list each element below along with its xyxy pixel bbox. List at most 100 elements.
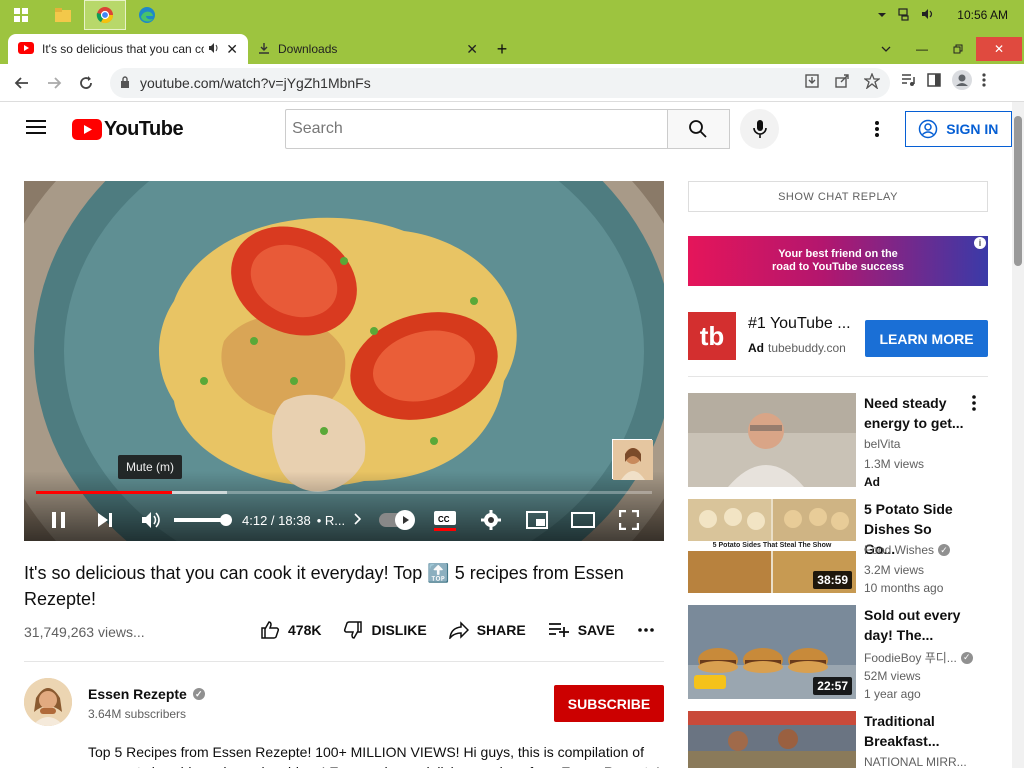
channel-watermark[interactable] <box>612 439 653 480</box>
theater-mode-button[interactable] <box>560 502 606 538</box>
chrome-menu-icon[interactable] <box>982 72 986 93</box>
video-title: Need steady energy to get... <box>864 395 964 431</box>
sponsored-ad[interactable]: tb #1 YouTube ... Ad tubebuddy.con LEARN … <box>688 312 988 362</box>
media-controls-icon[interactable] <box>900 72 916 93</box>
ad-info-icon[interactable]: i <box>974 237 986 249</box>
video-duration: 38:59 <box>813 571 852 589</box>
video-frame-image <box>24 181 664 541</box>
learn-more-button[interactable]: LEARN MORE <box>865 320 988 357</box>
channel-name: belVita <box>864 437 901 451</box>
sign-in-button[interactable]: SIGN IN <box>904 111 1012 147</box>
clock[interactable]: 10:56 AM <box>957 8 1008 22</box>
captions-button[interactable]: CC <box>422 502 468 538</box>
save-button[interactable]: SAVE <box>548 622 615 638</box>
tab-downloads[interactable]: Downloads ✕ <box>248 34 488 64</box>
minimize-icon[interactable]: — <box>904 37 940 61</box>
miniplayer-button[interactable] <box>514 502 560 538</box>
share-page-icon[interactable] <box>834 73 850 92</box>
video-thumbnail[interactable]: 5 Potato Sides That Steal The Show 38:59 <box>688 499 856 593</box>
side-panel-icon[interactable] <box>926 72 942 93</box>
autoplay-toggle[interactable] <box>379 510 416 530</box>
video-thumbnail[interactable]: 22:57 <box>688 605 856 699</box>
tab-close-icon[interactable]: ✕ <box>466 41 478 58</box>
youtube-logo-icon <box>72 118 102 140</box>
bookmark-star-icon[interactable] <box>863 72 881 92</box>
account-circle-icon <box>919 119 938 139</box>
tab-close-icon[interactable]: ✕ <box>226 41 238 58</box>
page-scrollbar[interactable] <box>1012 102 1024 768</box>
restore-icon[interactable] <box>940 37 976 61</box>
lock-icon[interactable] <box>120 75 130 91</box>
scrollbar-thumb[interactable] <box>1014 116 1022 266</box>
tab-search-chevron-icon[interactable] <box>868 37 904 61</box>
like-button[interactable]: 478K <box>260 620 321 640</box>
progress-bar[interactable] <box>36 491 652 494</box>
verified-check-icon: ✓ <box>192 688 205 700</box>
windows-start-icon[interactable] <box>0 0 42 30</box>
speaker-icon[interactable] <box>921 7 935 24</box>
video-description[interactable]: Top 5 Recipes from Essen Rezepte! 100+ M… <box>88 742 664 768</box>
view-count[interactable]: 31,749,263 views... <box>24 624 145 640</box>
more-options-icon[interactable] <box>972 395 976 416</box>
volume-slider[interactable] <box>174 514 232 526</box>
recommended-video[interactable]: 22:57 Sold out every day! The... FoodieB… <box>688 605 998 701</box>
played-bar <box>36 491 172 494</box>
view-count: 3.2M views <box>864 563 925 577</box>
youtube-logo[interactable]: YouTube <box>72 118 184 141</box>
search-input[interactable]: Search <box>285 109 668 149</box>
profile-avatar-icon[interactable] <box>952 70 972 95</box>
file-explorer-icon[interactable] <box>42 0 84 30</box>
share-button[interactable]: SHARE <box>448 621 526 639</box>
settings-kebab-icon[interactable] <box>867 120 887 138</box>
settings-button[interactable] <box>468 502 514 538</box>
video-title: Sold out every day! The... <box>864 607 961 643</box>
fullscreen-button[interactable] <box>606 502 652 538</box>
chapter-chevron-icon[interactable] <box>353 512 362 528</box>
channel-name: NATIONAL MIRR... <box>864 755 967 768</box>
forward-arrow-icon[interactable] <box>38 67 70 99</box>
tab-youtube-video[interactable]: It's so delicious that you can cook it e… <box>8 34 248 64</box>
back-arrow-icon[interactable] <box>6 67 38 99</box>
tab-audio-icon[interactable] <box>208 42 220 57</box>
subscriber-count: 3.64M subscribers <box>88 707 187 721</box>
duration: 18:38 <box>278 512 311 528</box>
chapter-title[interactable]: • R... <box>317 513 345 528</box>
menu-hamburger-icon[interactable] <box>26 119 46 140</box>
dislike-button[interactable]: DISLIKE <box>343 620 427 640</box>
tab-title: It's so delicious that you can cook it e… <box>42 42 204 56</box>
network-icon[interactable] <box>897 7 911 24</box>
mute-button[interactable] <box>128 502 174 538</box>
volume-knob[interactable] <box>220 514 232 526</box>
video-title: Traditional Breakfast... <box>864 713 940 749</box>
next-button[interactable] <box>82 502 128 538</box>
pause-button[interactable] <box>36 502 82 538</box>
banner-line-2: road to YouTube success <box>771 261 905 273</box>
channel-name[interactable]: Essen Rezepte ✓ <box>88 686 205 702</box>
close-window-icon[interactable]: ✕ <box>976 37 1022 61</box>
video-thumbnail[interactable] <box>688 711 856 768</box>
ad-banner[interactable]: Your best friend on the road to YouTube … <box>688 236 988 286</box>
new-tab-button[interactable]: + <box>488 34 516 64</box>
reload-icon[interactable] <box>70 67 102 99</box>
recommended-video[interactable]: 5 Potato Sides That Steal The Show 38:59… <box>688 499 998 595</box>
recommended-video[interactable]: Traditional Breakfast... NATIONAL MIRR..… <box>688 711 998 768</box>
video-thumbnail[interactable] <box>688 393 856 487</box>
url-bar[interactable]: youtube.com/watch?v=jYgZh1MbnFs <box>110 67 890 98</box>
chevron-up-icon[interactable] <box>877 8 887 22</box>
edge-taskbar-icon[interactable] <box>126 0 168 30</box>
window-controls: — ✕ <box>868 34 1024 64</box>
sign-in-label: SIGN IN <box>946 121 999 137</box>
show-chat-replay-button[interactable]: SHOW CHAT REPLAY <box>688 181 988 212</box>
recommended-video[interactable]: Need steady energy to get... belVita 1.3… <box>688 393 998 489</box>
divider <box>24 661 664 662</box>
search-button[interactable] <box>667 109 731 149</box>
install-app-icon[interactable] <box>804 73 820 92</box>
subscribe-button[interactable]: SUBSCRIBE <box>554 685 664 722</box>
more-actions-icon[interactable] <box>637 628 655 632</box>
chrome-taskbar-icon[interactable] <box>84 0 126 30</box>
voice-search-button[interactable] <box>740 109 780 149</box>
player-controls: 4:12 / 18:38 • R... CC <box>24 499 664 541</box>
channel-avatar[interactable] <box>24 678 72 726</box>
ad-label: Ad <box>864 475 880 489</box>
video-player[interactable]: Mute (m) 4:12 / 18:38 • R... CC <box>24 181 664 541</box>
